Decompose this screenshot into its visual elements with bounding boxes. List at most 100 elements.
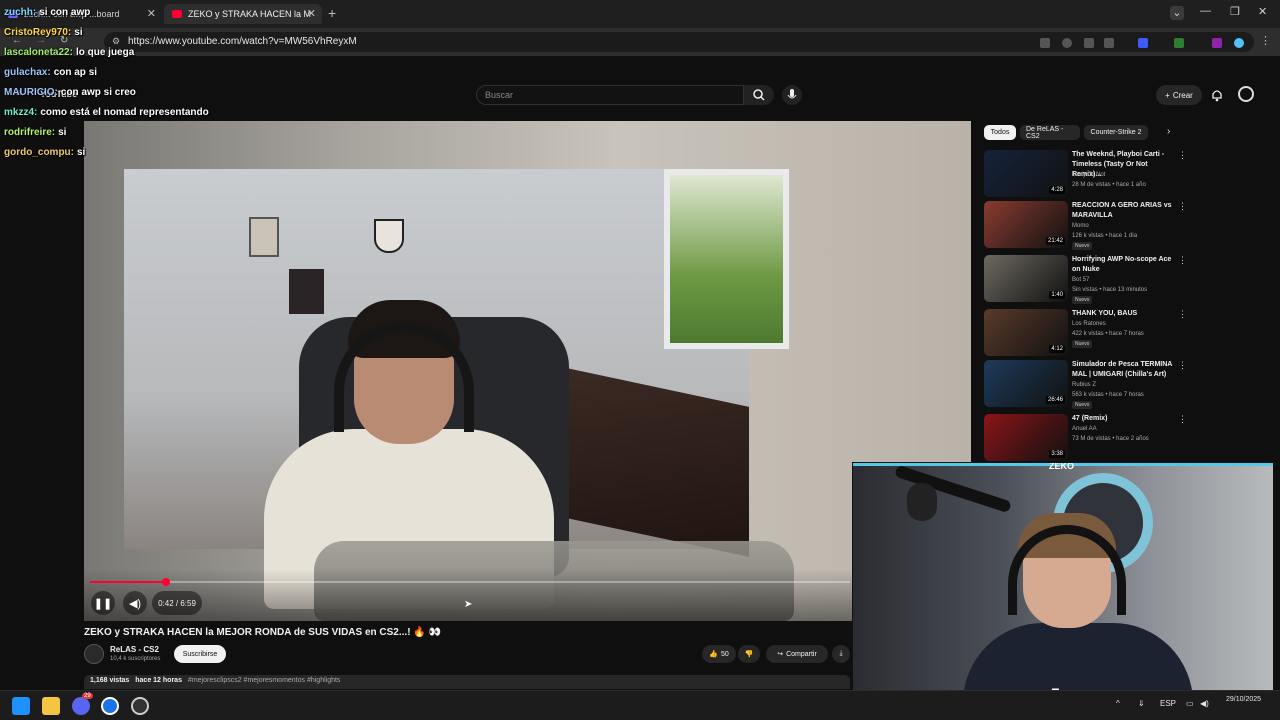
- video-thumbnail[interactable]: 3:38: [984, 414, 1068, 461]
- screen: zuch... con awp ...board ✕ ZEKO y STRAKA…: [0, 0, 1280, 720]
- subscribe-button[interactable]: Suscribirse: [174, 645, 226, 663]
- like-button[interactable]: 👍 50: [702, 645, 736, 663]
- chat-text: con ap si: [53, 67, 98, 78]
- windows-taskbar: 29 ^ ⇓ ESP ▭ ◀) 29/10/2025: [0, 690, 1280, 720]
- account-avatar[interactable]: [1238, 86, 1254, 102]
- recommendation-title[interactable]: Simulador de Pesca TERMINA MAL | UMIGARI…: [1072, 360, 1176, 380]
- system-clock[interactable]: 29/10/2025: [1226, 695, 1261, 705]
- site-info-icon[interactable]: ⚙: [112, 36, 120, 47]
- youtube-favicon-icon: [172, 10, 182, 18]
- bookmark-icon[interactable]: [1104, 38, 1114, 48]
- notification-badge: 29: [82, 693, 93, 699]
- more-options-icon[interactable]: ⋮: [1178, 201, 1187, 212]
- recommendation-channel[interactable]: Rubius Z: [1072, 382, 1096, 388]
- more-options-icon[interactable]: ⋮: [1178, 150, 1187, 161]
- progress-bar[interactable]: [90, 578, 850, 586]
- extension-icon[interactable]: [1174, 38, 1184, 48]
- pause-button[interactable]: ❚❚: [91, 591, 115, 615]
- progress-scrubber[interactable]: [162, 578, 170, 586]
- network-icon[interactable]: ▭: [1186, 699, 1194, 708]
- share-button[interactable]: ↪ Compartir: [766, 645, 828, 663]
- video-thumbnail[interactable]: 4:28: [984, 150, 1068, 197]
- address-bar[interactable]: ⚙ https://www.youtube.com/watch?v=MW56Vh…: [104, 32, 1254, 52]
- video-thumbnail[interactable]: 4:12: [984, 309, 1068, 356]
- filter-chip-todos[interactable]: Todos: [984, 125, 1016, 140]
- channel-name[interactable]: ReLAS - CS2: [110, 645, 159, 654]
- recommendation-channel[interactable]: Los Ratones: [1072, 321, 1106, 327]
- download-button[interactable]: ⤓: [832, 645, 850, 663]
- filter-chip-cs2[interactable]: Counter-Strike 2: [1084, 125, 1148, 140]
- browser-taskbar-icon[interactable]: [101, 697, 119, 715]
- url-text: https://www.youtube.com/watch?v=MW56VhRe…: [128, 36, 357, 47]
- zoom-icon[interactable]: [1062, 38, 1072, 48]
- share-icon: ↪: [777, 651, 784, 658]
- video-room-background: [124, 169, 789, 609]
- player-controls: ❚❚ ◀) 0:42 / 6:59 ➤: [84, 569, 971, 621]
- video-thumbnail[interactable]: 1:40: [984, 255, 1068, 302]
- recommendation-item[interactable]: 4:12 THANK YOU, BAUS Los Ratones 422 k v…: [984, 309, 1187, 359]
- recommendation-channel[interactable]: Bot 57: [1072, 277, 1089, 283]
- app-taskbar-icon[interactable]: [131, 697, 149, 715]
- discord-icon[interactable]: 29: [72, 693, 93, 715]
- notifications-bell-icon[interactable]: [1210, 88, 1224, 102]
- pause-icon: ❚❚: [93, 597, 113, 610]
- recommendation-item[interactable]: 26:46 Simulador de Pesca TERMINA MAL | U…: [984, 360, 1187, 410]
- browser-menu-icon[interactable]: ⋮: [1260, 34, 1271, 47]
- volume-button[interactable]: ◀): [123, 591, 147, 615]
- video-thumbnail[interactable]: 26:46: [984, 360, 1068, 407]
- recommendation-title[interactable]: Horrifying AWP No-scope Ace on Nuke: [1072, 255, 1176, 275]
- minimize-icon[interactable]: —: [1200, 5, 1211, 17]
- recommendation-title[interactable]: THANK YOU, BAUS: [1072, 309, 1176, 319]
- search-icon: [753, 89, 765, 101]
- tray-app-icon[interactable]: ⇓: [1138, 699, 1145, 708]
- browser-tab-youtube[interactable]: ZEKO y STRAKA HACEN la M ✕: [164, 4, 322, 24]
- extension-icon[interactable]: [1138, 38, 1148, 48]
- channel-avatar[interactable]: [84, 644, 104, 664]
- recommendation-channel[interactable]: Momo: [1072, 223, 1089, 229]
- recommendation-channel[interactable]: Anuel AA: [1072, 426, 1097, 432]
- recommendation-title[interactable]: 47 (Remix): [1072, 414, 1176, 424]
- volume-tray-icon[interactable]: ◀): [1200, 699, 1209, 708]
- tab-search-chevron-icon[interactable]: ⌄: [1170, 6, 1184, 20]
- chip-label: Todos: [990, 129, 1010, 136]
- chat-username: rodrifreire:: [4, 127, 56, 138]
- more-options-icon[interactable]: ⋮: [1178, 414, 1187, 425]
- language-indicator[interactable]: ESP: [1160, 699, 1176, 708]
- video-thumbnail[interactable]: 21:42: [984, 201, 1068, 248]
- search-input[interactable]: Buscar: [476, 85, 744, 105]
- extension-icon[interactable]: [1212, 38, 1222, 48]
- create-button[interactable]: + Crear: [1156, 85, 1202, 105]
- recommendation-item[interactable]: 1:40 Horrifying AWP No-scope Ace on Nuke…: [984, 255, 1187, 305]
- recommendation-meta: 422 k vistas • hace 7 horas: [1072, 331, 1144, 337]
- tab-close-icon[interactable]: ✕: [307, 7, 316, 20]
- video-player[interactable]: ❚❚ ◀) 0:42 / 6:59 ➤: [84, 121, 971, 621]
- file-explorer-icon[interactable]: [42, 697, 60, 715]
- chevron-right-icon[interactable]: ›: [1167, 126, 1170, 137]
- voice-search-button[interactable]: [782, 85, 802, 105]
- tray-chevron-icon[interactable]: ^: [1116, 699, 1120, 708]
- duration-badge: 3:38: [1049, 450, 1065, 458]
- new-badge: Nuevo: [1072, 401, 1093, 409]
- windows-start-icon[interactable]: [12, 697, 30, 715]
- search-button[interactable]: [744, 85, 774, 105]
- cast-icon[interactable]: [1040, 38, 1050, 48]
- more-options-icon[interactable]: ⋮: [1178, 360, 1187, 371]
- maximize-icon[interactable]: ❐: [1230, 5, 1240, 18]
- youtube-masthead: ≡ YouTube Buscar + Crear: [0, 82, 1270, 108]
- recommendation-item[interactable]: 3:38 47 (Remix) Anuel AA 73 M de vistas …: [984, 414, 1187, 464]
- more-options-icon[interactable]: ⋮: [1178, 255, 1187, 266]
- filter-chip-channel[interactable]: De ReLAS - CS2: [1020, 125, 1080, 140]
- description-box[interactable]: 1,168 vistas hace 12 horas #mejoresclips…: [84, 675, 850, 689]
- share-page-icon[interactable]: [1084, 38, 1094, 48]
- dislike-button[interactable]: 👎: [738, 645, 760, 663]
- profile-avatar[interactable]: [1234, 38, 1244, 48]
- recommendation-channel[interactable]: Tasty Or Not: [1072, 172, 1105, 178]
- recommendation-title[interactable]: REACCION A GERO ARIAS vs MARAVILLA: [1072, 201, 1176, 221]
- more-options-icon[interactable]: ⋮: [1178, 309, 1187, 320]
- recommendation-item[interactable]: 4:28 The Weeknd, Playboi Carti - Timeles…: [984, 150, 1187, 200]
- hashtags[interactable]: #mejoresclipscs2 #mejoresmomentos #highl…: [188, 677, 341, 684]
- close-window-icon[interactable]: ✕: [1258, 5, 1267, 18]
- tab-close-icon[interactable]: ✕: [147, 7, 156, 20]
- recommendation-item[interactable]: 21:42 REACCION A GERO ARIAS vs MARAVILLA…: [984, 201, 1187, 251]
- new-tab-icon[interactable]: +: [328, 5, 336, 21]
